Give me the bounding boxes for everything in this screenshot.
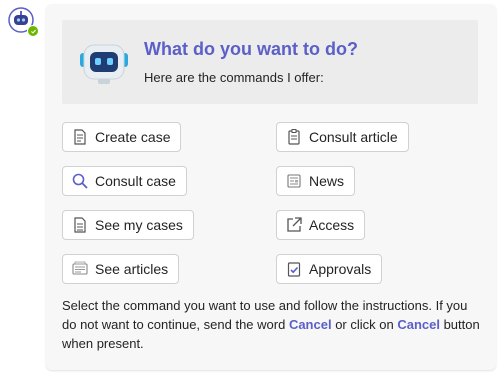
- news-label: News: [309, 173, 345, 189]
- create-case-label: Create case: [95, 129, 171, 145]
- adaptive-card: What do you want to do? Here are the com…: [46, 4, 496, 370]
- access-button[interactable]: Access: [276, 210, 366, 240]
- presence-available-icon: [27, 25, 39, 37]
- access-label: Access: [309, 217, 355, 233]
- robot-icon: [80, 44, 128, 84]
- news-button[interactable]: News: [276, 166, 356, 196]
- articles-icon: [71, 260, 89, 278]
- approvals-label: Approvals: [309, 261, 372, 277]
- card-header: What do you want to do? Here are the com…: [62, 20, 478, 104]
- document-icon: [71, 216, 89, 234]
- approval-icon: [285, 260, 303, 278]
- consult-article-button[interactable]: Consult article: [276, 122, 409, 152]
- consult-case-label: Consult case: [95, 173, 176, 189]
- cancel-word: Cancel: [288, 317, 332, 332]
- clipboard-icon: [285, 128, 303, 146]
- approvals-button[interactable]: Approvals: [276, 254, 383, 284]
- create-case-button[interactable]: Create case: [62, 122, 182, 152]
- card-subtitle: Here are the commands I offer:: [144, 70, 324, 85]
- see-articles-label: See articles: [95, 261, 169, 277]
- document-add-icon: [71, 128, 89, 146]
- news-icon: [285, 172, 303, 190]
- card-title: What do you want to do?: [144, 39, 358, 59]
- see-articles-button[interactable]: See articles: [62, 254, 180, 284]
- open-external-icon: [285, 216, 303, 234]
- search-icon: [71, 172, 89, 190]
- cancel-link[interactable]: Cancel: [397, 317, 440, 332]
- see-my-cases-label: See my cases: [95, 217, 183, 233]
- consult-case-button[interactable]: Consult case: [62, 166, 187, 196]
- see-my-cases-button[interactable]: See my cases: [62, 210, 194, 240]
- instructions-text: Select the command you want to use and f…: [62, 298, 480, 351]
- consult-article-label: Consult article: [309, 129, 398, 145]
